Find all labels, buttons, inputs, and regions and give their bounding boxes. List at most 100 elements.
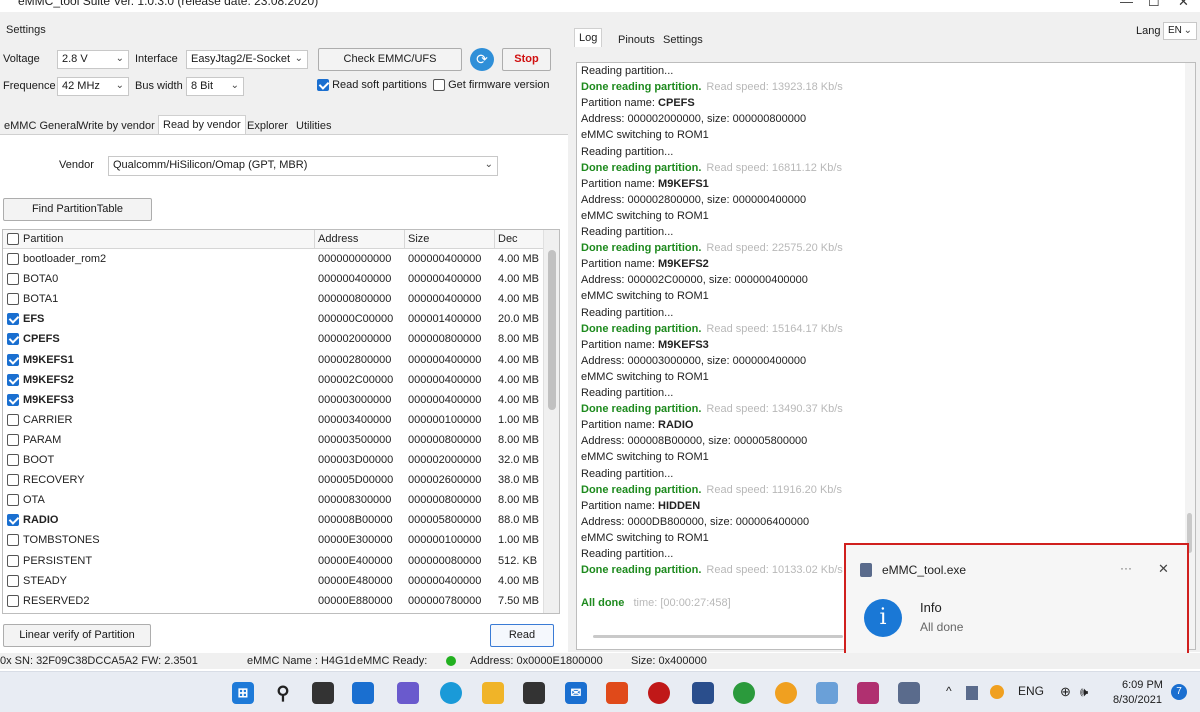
tab-write-by-vendor[interactable]: Write by vendor (74, 117, 159, 135)
table-row[interactable]: CARRIER 000003400000 000000100000 1.00 MB (3, 410, 543, 430)
stop-button[interactable]: Stop (502, 48, 551, 71)
voltage-select[interactable]: 2.8 V ⌄ (57, 50, 129, 69)
checkbox-checked[interactable] (317, 79, 329, 92)
shield-icon[interactable] (692, 682, 714, 704)
lang-select[interactable]: EN ⌄ (1163, 22, 1197, 40)
read-button[interactable]: Read (490, 624, 554, 647)
mail-icon[interactable]: ✉ (565, 682, 587, 704)
tab-log[interactable]: Log (574, 28, 603, 47)
select-all-checkbox[interactable] (7, 233, 19, 245)
toast-more-icon[interactable]: ··· (1120, 561, 1132, 575)
minimize-button[interactable]: — (1120, 0, 1133, 9)
table-row[interactable]: RECOVERY 000005D00000 000002600000 38.0 MB (3, 470, 543, 490)
toast-close-icon[interactable]: ✕ (1158, 561, 1169, 577)
network-icon[interactable]: ⊕ (1060, 684, 1071, 700)
task-view-icon[interactable] (312, 682, 334, 704)
tray-chevron-icon[interactable]: ^ (946, 684, 952, 698)
row-checkbox[interactable] (7, 413, 19, 426)
notification-toast[interactable]: eMMC_tool.exe ··· ✕ i Info All done (844, 543, 1189, 661)
frequence-select[interactable]: 42 MHz ⌄ (57, 77, 129, 96)
tab-pinouts[interactable]: Pinouts (614, 31, 659, 49)
search-app-icon[interactable] (775, 682, 797, 704)
app-icon-red[interactable] (648, 682, 670, 704)
chat-icon[interactable] (397, 682, 419, 704)
check-emmc-button[interactable]: Check EMMC/UFS (318, 48, 462, 71)
table-row[interactable]: PARAM 000003500000 000000800000 8.00 MB (3, 430, 543, 450)
table-row[interactable]: RESERVED2 00000E880000 000000780000 7.50 MB (3, 591, 543, 611)
row-checkbox[interactable] (7, 433, 19, 446)
row-checkbox[interactable] (7, 273, 19, 286)
row-checkbox[interactable] (7, 253, 19, 265)
close-window-button[interactable]: ✕ (1178, 0, 1189, 10)
row-checkbox[interactable] (7, 594, 19, 607)
notification-badge[interactable]: 7 (1171, 684, 1187, 700)
search-icon[interactable]: ⚲ (272, 682, 294, 704)
store-icon[interactable] (523, 682, 545, 704)
row-checkbox[interactable] (7, 373, 19, 386)
read-soft-partitions-checkbox[interactable]: Read soft partitions (317, 79, 427, 92)
table-row[interactable]: M9KEFS3 000003000000 000000400000 4.00 MB (3, 390, 543, 410)
table-row[interactable]: bootloader_rom2 000000000000 000000400000 4… (3, 249, 543, 269)
tab-emmc-general[interactable]: eMMC General (0, 117, 83, 135)
interface-select[interactable]: EasyJtag2/E-Socket ⌄ (186, 50, 308, 69)
scrollbar-thumb[interactable] (548, 250, 556, 410)
table-row[interactable]: RADIO 000008B00000 000005800000 88.0 MB (3, 510, 543, 530)
tray-search-icon[interactable] (990, 685, 1004, 699)
linear-verify-button[interactable]: Linear verify of Partition (3, 624, 151, 647)
maximize-button[interactable]: ☐ (1148, 0, 1160, 10)
row-checkbox[interactable] (7, 393, 19, 406)
table-row[interactable]: BOOT 000003D00000 000002000000 32.0 MB (3, 450, 543, 470)
volume-icon[interactable]: 🕪 (1080, 684, 1088, 700)
row-checkbox[interactable] (7, 293, 19, 306)
col-dec[interactable]: Dec (498, 233, 518, 245)
start-icon[interactable]: ⊞ (232, 682, 254, 704)
get-firmware-checkbox[interactable]: Get firmware version (433, 79, 550, 92)
row-checkbox[interactable] (7, 574, 19, 587)
row-checkbox[interactable] (7, 333, 19, 346)
tab-utilities[interactable]: Utilities (292, 117, 335, 135)
tray-language[interactable]: ENG (1018, 684, 1044, 698)
file-explorer-icon[interactable] (482, 682, 504, 704)
emmc-tool-taskbar-icon[interactable] (898, 682, 920, 704)
col-size[interactable]: Size (408, 233, 429, 245)
table-row[interactable]: CPEFS 000002000000 000000800000 8.00 MB (3, 329, 543, 349)
tab-read-by-vendor[interactable]: Read by vendor (158, 115, 246, 134)
log-hscroll[interactable] (593, 635, 843, 638)
checkbox-unchecked[interactable] (433, 79, 445, 92)
office-icon[interactable] (606, 682, 628, 704)
row-checkbox[interactable] (7, 534, 19, 547)
table-row[interactable]: BOTA0 000000400000 000000400000 4.00 MB (3, 269, 543, 289)
row-checkbox[interactable] (7, 474, 19, 487)
refresh-icon[interactable]: ⟳ (470, 48, 494, 71)
clock-time[interactable]: 6:09 PM (1122, 679, 1163, 691)
chrome-icon[interactable] (733, 682, 755, 704)
photos-icon[interactable] (816, 682, 838, 704)
table-row[interactable]: BOTA1 000000800000 000000400000 4.00 MB (3, 289, 543, 309)
buswidth-select[interactable]: 8 Bit ⌄ (186, 77, 244, 96)
row-checkbox[interactable] (7, 514, 19, 527)
table-row[interactable]: PERSISTENT 00000E400000 000000080000 512. K… (3, 551, 543, 571)
col-partition[interactable]: Partition (23, 233, 63, 245)
widgets-icon[interactable] (352, 682, 374, 704)
row-checkbox[interactable] (7, 454, 19, 466)
table-row[interactable]: M9KEFS1 000002800000 000000400000 4.00 MB (3, 350, 543, 370)
table-row[interactable]: EFS 000000C00000 000001400000 20.0 MB (3, 309, 543, 329)
winrar-icon[interactable] (857, 682, 879, 704)
clock-date[interactable]: 8/30/2021 (1113, 694, 1162, 706)
row-checkbox[interactable] (7, 313, 19, 326)
vendor-select[interactable]: Qualcomm/HiSilicon/Omap (GPT, MBR) ⌄ (108, 156, 498, 176)
table-row[interactable]: TOMBSTONES 00000E300000 000000100000 1.00 M… (3, 530, 543, 550)
row-checkbox[interactable] (7, 554, 19, 567)
table-row[interactable]: OTA 000008300000 000000800000 8.00 MB (3, 490, 543, 510)
table-scrollbar[interactable] (543, 230, 559, 613)
edge-icon[interactable] (440, 682, 462, 704)
tab-settings[interactable]: Settings (659, 31, 707, 49)
row-checkbox[interactable] (7, 494, 19, 507)
col-address[interactable]: Address (318, 233, 358, 245)
table-row[interactable]: M9KEFS2 000002C00000 000000400000 4.00 MB (3, 370, 543, 390)
row-checkbox[interactable] (7, 353, 19, 366)
tray-app-icon[interactable] (966, 686, 978, 700)
find-partition-table-button[interactable]: Find PartitionTable (3, 198, 152, 221)
tab-explorer[interactable]: Explorer (243, 117, 292, 135)
table-row[interactable]: STEADY 00000E480000 000000400000 4.00 MB (3, 571, 543, 591)
